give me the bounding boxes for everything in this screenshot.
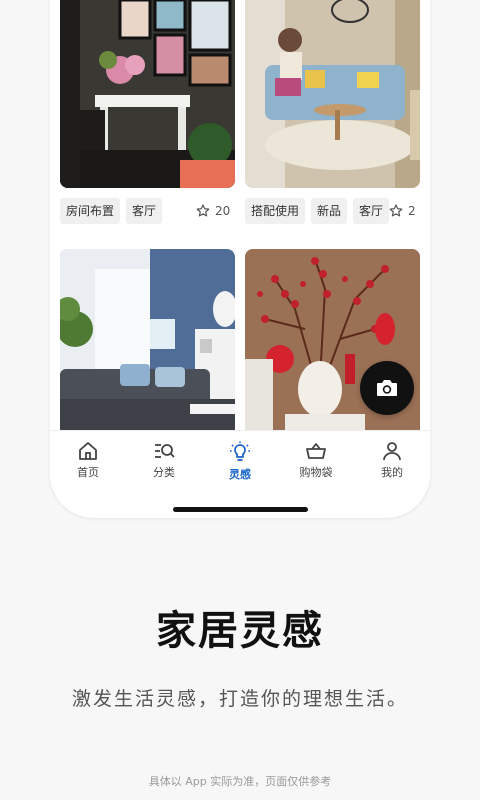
category-search-icon <box>155 444 175 458</box>
bottom-tab-bar: 首页 分类 灵感 购物袋 我的 <box>50 430 430 489</box>
tag-chip[interactable]: 搭配使用 <box>245 198 306 224</box>
tag-chip[interactable]: 客厅 <box>353 198 390 224</box>
shopping-basket-icon <box>306 443 326 459</box>
like-count: 20 <box>215 204 231 218</box>
camera-icon <box>377 380 397 396</box>
camera-button[interactable] <box>360 361 414 415</box>
card-image-living-room[interactable] <box>245 0 420 188</box>
tab-shopping-bag[interactable]: 购物袋 <box>278 431 354 489</box>
tab-inspiration[interactable]: 灵感 <box>202 431 278 489</box>
tag-chip[interactable]: 客厅 <box>126 198 163 224</box>
like-count: 2 <box>408 204 416 218</box>
phone-frame: 房间布置 客厅 20 搭配使用 新品 客厅 2 首页 分类 灵感 购物袋 我的 <box>50 0 430 518</box>
tab-label: 首页 <box>77 466 99 479</box>
promo-headline: 家居灵感 <box>156 608 324 654</box>
card-image-study-room[interactable] <box>60 0 235 188</box>
star-icon <box>389 204 403 217</box>
tab-label: 分类 <box>153 466 175 479</box>
tab-home[interactable]: 首页 <box>50 431 126 489</box>
home-indicator <box>173 507 308 512</box>
promo-subline: 激发生活灵感，打造你的理想生活。 <box>71 688 408 710</box>
lightbulb-icon <box>230 441 250 461</box>
card-image-blue-living-room[interactable] <box>60 249 235 439</box>
tab-label: 购物袋 <box>299 466 333 479</box>
card-tags: 房间布置 客厅 <box>60 198 163 224</box>
inspiration-card[interactable] <box>60 249 235 439</box>
tag-chip[interactable]: 房间布置 <box>60 198 121 224</box>
home-icon <box>79 442 97 460</box>
person-icon <box>383 442 401 461</box>
tab-label: 灵感 <box>229 468 251 481</box>
inspiration-card[interactable]: 房间布置 客厅 20 <box>60 0 235 224</box>
card-tags: 搭配使用 新品 客厅 <box>245 198 390 224</box>
promo-disclaimer: 具体以 App 实际为准，页面仅供参考 <box>148 775 332 788</box>
tag-chip[interactable]: 新品 <box>311 198 348 224</box>
tab-profile[interactable]: 我的 <box>354 431 430 489</box>
tab-label: 我的 <box>381 466 403 479</box>
like-counter[interactable]: 2 <box>388 198 416 224</box>
tab-category[interactable]: 分类 <box>126 431 202 489</box>
star-icon <box>196 204 210 217</box>
like-counter[interactable]: 20 <box>195 198 230 224</box>
inspiration-card[interactable]: 搭配使用 新品 客厅 2 <box>245 0 420 224</box>
